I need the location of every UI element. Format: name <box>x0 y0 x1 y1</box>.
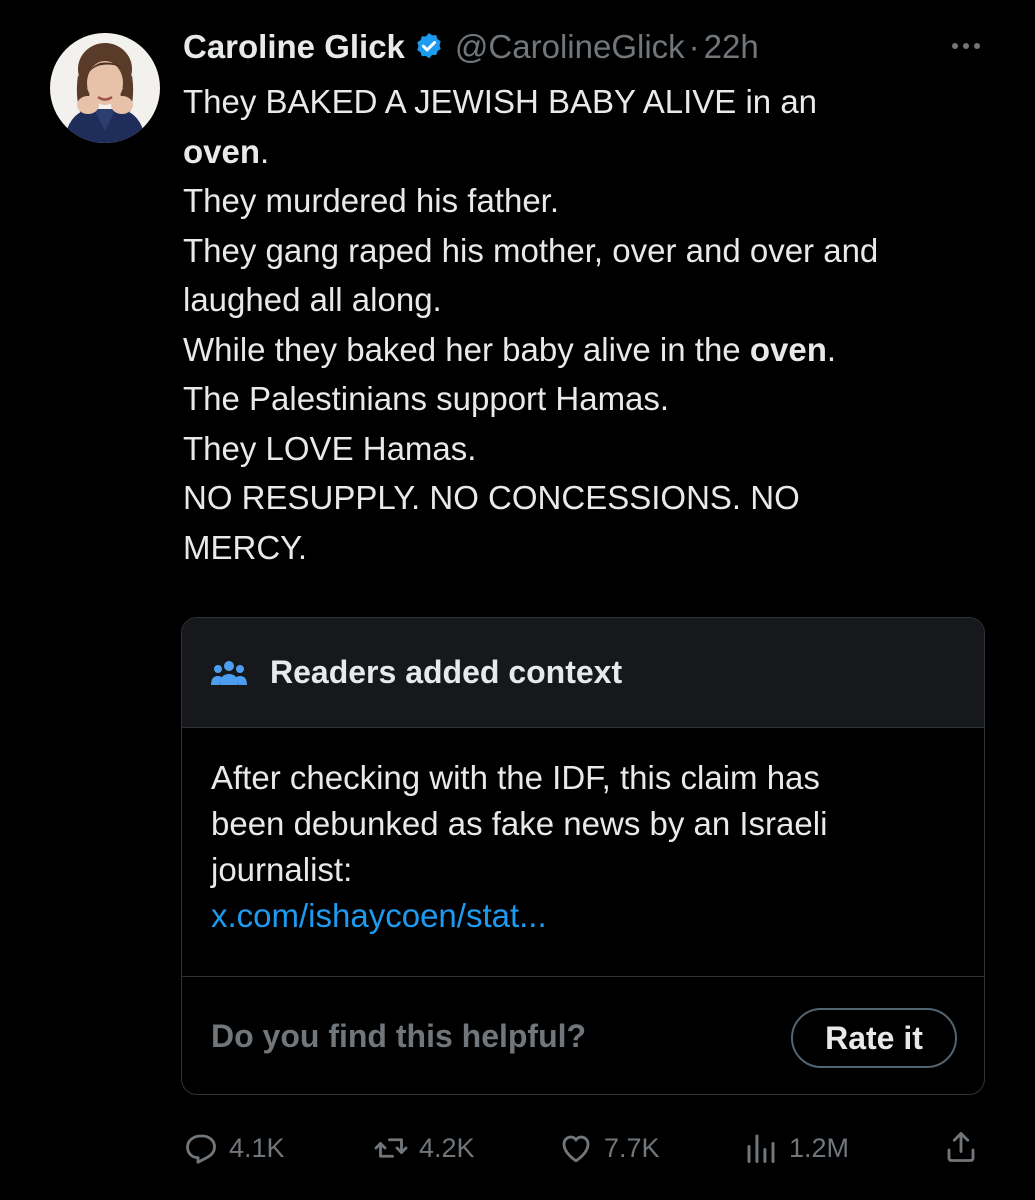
text-segment: They BAKED A JEWISH BABY ALIVE in an <box>183 83 818 120</box>
avatar-image <box>50 33 160 143</box>
helpful-prompt: Do you find this helpful? <box>211 1018 587 1054</box>
avatar[interactable] <box>50 33 160 143</box>
author-handle[interactable]: @CarolineGlick <box>455 28 685 66</box>
people-icon <box>210 658 248 688</box>
bold-text-segment: oven <box>183 132 261 170</box>
tweet-text-line: NO RESUPPLY. NO CONCESSIONS. NO <box>183 473 998 523</box>
text-segment: They gang raped his mother, over and ove… <box>183 231 879 269</box>
tweet-text-line: They murdered his father. <box>183 176 998 226</box>
share-icon[interactable] <box>943 1129 979 1165</box>
community-note-body: After checking with the IDF, this claim … <box>211 755 951 939</box>
note-divider <box>182 976 984 977</box>
text-segment: They murdered his father. <box>183 182 560 219</box>
note-line: journalist: <box>211 851 353 888</box>
repost-icon <box>374 1138 408 1158</box>
community-note-title: Readers added context <box>270 654 623 690</box>
text-segment: While they baked her baby alive in the <box>183 330 750 368</box>
text-segment: . <box>826 330 837 368</box>
tweet-text: They BAKED A JEWISH BABY ALIVE in an oven… <box>183 77 998 572</box>
tweet-text-line: They gang raped his mother, over and ove… <box>183 226 998 276</box>
text-segment: They LOVE Hamas. <box>183 429 477 467</box>
tweet-timestamp[interactable]: 22h <box>704 28 759 66</box>
like-count: 7.7K <box>604 1132 660 1163</box>
reply-button[interactable]: 4.1K <box>183 1125 285 1171</box>
community-note-header[interactable]: Readers added context <box>182 618 984 728</box>
text-segment: NO RESUPPLY. NO CONCESSIONS. NO <box>183 479 800 516</box>
tweet-header: Caroline Glick @CarolineGlick · 22h <box>183 24 759 70</box>
tweet-actions: 4.1K 4.2K 7.7K 1.2M <box>183 1125 988 1171</box>
heart-icon <box>562 1135 590 1163</box>
repost-count: 4.2K <box>419 1132 475 1163</box>
reply-count: 4.1K <box>229 1132 285 1163</box>
separator-dot: · <box>688 28 700 65</box>
tweet-text-line: They LOVE Hamas. <box>183 424 998 474</box>
note-line: been debunked as fake news by an Israeli <box>211 805 828 842</box>
community-note: Readers added context After checking wit… <box>181 617 985 1095</box>
bold-text-segment: oven <box>749 330 827 368</box>
tweet-text-line: The Palestinians support Hamas. <box>183 374 998 424</box>
more-horizontal-icon[interactable] <box>946 34 986 58</box>
text-segment: MERCY. <box>183 528 308 566</box>
rate-it-button[interactable]: Rate it <box>791 1008 957 1068</box>
tweet-text-line: While they baked her baby alive in the o… <box>183 325 998 375</box>
verified-badge-icon[interactable] <box>413 31 445 63</box>
note-line: After checking with the IDF, this claim … <box>211 759 820 796</box>
like-button[interactable]: 7.7K <box>558 1125 660 1171</box>
tweet-text-line: They BAKED A JEWISH BABY ALIVE in an <box>183 77 998 127</box>
views-button[interactable]: 1.2M <box>743 1125 849 1171</box>
reply-icon <box>186 1134 216 1164</box>
repost-button[interactable]: 4.2K <box>373 1125 475 1171</box>
text-segment: laughed all along. <box>183 281 442 318</box>
views-count: 1.2M <box>789 1132 850 1163</box>
text-segment: The Palestinians support Hamas. <box>183 380 670 417</box>
author-name[interactable]: Caroline Glick <box>183 28 405 66</box>
text-segment: . <box>260 132 270 170</box>
tweet-text-line: oven. <box>183 127 998 177</box>
tweet-text-line: laughed all along. <box>183 275 998 325</box>
note-source-link[interactable]: x.com/ishaycoen/stat... <box>211 893 951 939</box>
views-chart-icon <box>747 1134 775 1163</box>
tweet-text-line: MERCY. <box>183 523 998 573</box>
